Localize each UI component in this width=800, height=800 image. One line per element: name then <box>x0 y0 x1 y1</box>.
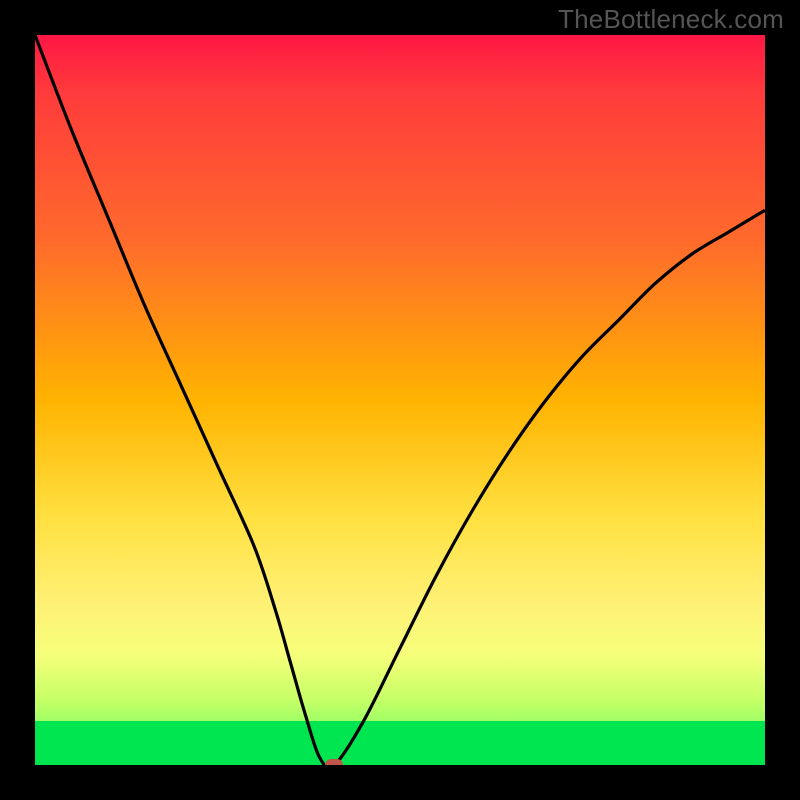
chart-frame: TheBottleneck.com <box>0 0 800 800</box>
plot-area <box>35 35 765 765</box>
attribution-text: TheBottleneck.com <box>558 4 784 35</box>
curve-path <box>35 35 765 765</box>
bottleneck-marker <box>325 759 343 765</box>
bottleneck-curve <box>35 35 765 765</box>
